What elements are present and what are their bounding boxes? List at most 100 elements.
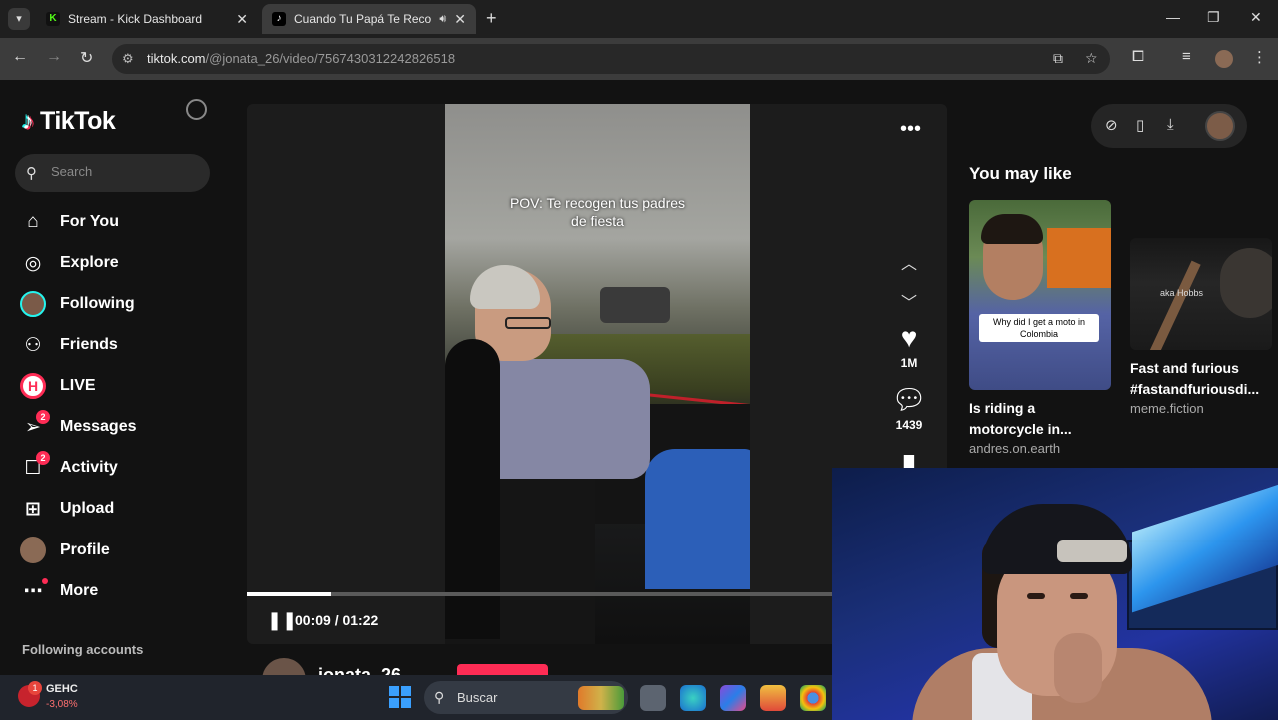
chrome-icon[interactable]	[800, 685, 826, 711]
url-text[interactable]: tiktok.com/@jonata_26/video/756743031224…	[147, 51, 455, 66]
tiktok-note-icon: ♪	[22, 107, 34, 135]
video-scene-passenger	[645, 449, 750, 589]
video-timecode: 00:09 / 01:22	[295, 612, 379, 628]
recommendation-author[interactable]: andres.on.earth	[969, 441, 1111, 456]
download-icon[interactable]: ⤓	[1167, 116, 1174, 133]
nav-for-you[interactable]: ⌂ For You	[18, 204, 218, 240]
loading-spinner-icon	[186, 99, 207, 120]
copilot-icon[interactable]	[720, 685, 746, 711]
nav-upload[interactable]: ⊞ Upload	[18, 491, 218, 527]
kick-logo-icon: K	[46, 12, 60, 26]
task-view-icon[interactable]	[640, 685, 666, 711]
previous-video-chevron-icon[interactable]: ︿	[897, 250, 921, 274]
you-may-like-heading: You may like	[969, 164, 1072, 183]
heart-icon: ♥	[900, 322, 918, 353]
store-icon[interactable]	[760, 685, 786, 711]
speaker-icon[interactable]: 🔊︎	[439, 13, 446, 26]
nav-profile[interactable]: Profile	[18, 532, 218, 568]
messages-icon: ➢ 2	[18, 410, 50, 442]
recommendation-title[interactable]: Fast and furious #fastandfuriousdi...	[1130, 358, 1272, 400]
nav-friends[interactable]: ⚇ Friends	[18, 327, 218, 363]
comment-action[interactable]: 💬︎ 1439	[890, 384, 928, 432]
coin-icon[interactable]: ⊘	[1105, 116, 1118, 134]
thumb-beam	[1149, 260, 1201, 350]
home-icon: ⌂	[27, 211, 39, 232]
like-action[interactable]: ♥ 1M	[890, 322, 928, 370]
recommendation-thumbnail[interactable]: aka Hobbs	[1130, 238, 1272, 350]
thumb-caption: aka Hobbs	[1160, 288, 1204, 298]
back-arrow-icon[interactable]: ←	[12, 48, 28, 66]
search-icon: ⚲	[434, 689, 445, 705]
tiktok-logo[interactable]: ♪ TikTok	[22, 107, 116, 136]
profile-avatar-icon	[18, 535, 48, 565]
cam-cap	[982, 504, 1132, 574]
search-input[interactable]	[51, 164, 201, 179]
activity-badge: 2	[36, 451, 50, 465]
thumb-house	[1047, 228, 1111, 288]
search-box[interactable]: ⚲	[15, 154, 210, 192]
cam-eye	[1027, 593, 1045, 599]
nav-explore[interactable]: ◎ Explore	[18, 245, 218, 281]
video-more-options-icon[interactable]: •••	[900, 118, 921, 141]
messages-badge: 2	[36, 410, 50, 424]
close-tab-icon[interactable]: ✕	[454, 11, 466, 28]
browser-toolbar: ← → ↻ ⚙︎ tiktok.com/@jonata_26/video/756…	[0, 38, 1278, 80]
sidebar: ♪ TikTok ⚲ ⌂ For You ◎ Explore Following	[0, 80, 232, 675]
minimize-icon[interactable]: —	[1166, 9, 1180, 25]
recommendation-thumbnail[interactable]: Why did I get a moto in Colombia	[969, 200, 1111, 390]
media-control-icon[interactable]: ≡	[1182, 48, 1191, 65]
screen: ▾ K Stream - Kick Dashboard ✕ ♪ Cuando T…	[0, 0, 1278, 720]
driver-hair	[470, 265, 540, 309]
windows-start-icon[interactable]	[389, 686, 411, 708]
close-tab-icon[interactable]: ✕	[236, 11, 248, 28]
following-accounts-heading: Following accounts	[22, 642, 144, 657]
recommendation-author[interactable]: meme.fiction	[1130, 401, 1272, 416]
bookmark-star-icon[interactable]: ☆	[1085, 50, 1098, 67]
video-frame[interactable]: POV: Te recogen tus padres de fiesta	[445, 104, 750, 644]
close-window-icon[interactable]: ✕	[1250, 9, 1262, 26]
nav-activity[interactable]: ☐ 2 Activity	[18, 450, 218, 486]
thumb-hair	[981, 214, 1043, 244]
pause-icon[interactable]: ❚❚	[267, 610, 297, 631]
extensions-icon[interactable]: ⧠	[1132, 48, 1144, 65]
nav-messages[interactable]: ➢ 2 Messages	[18, 409, 218, 445]
taskbar-search[interactable]: ⚲ Buscar	[424, 681, 628, 714]
nav-label: Explore	[60, 254, 119, 271]
more-dot	[42, 578, 48, 584]
more-icon: ⋯	[18, 576, 48, 606]
recommendation-card[interactable]: aka Hobbs Fast and furious #fastandfurio…	[1130, 200, 1272, 416]
user-avatar[interactable]	[1205, 111, 1235, 141]
following-avatar-icon	[18, 289, 48, 319]
taskbar-search-label: Buscar	[457, 690, 498, 705]
restore-icon[interactable]: ❐	[1207, 9, 1220, 26]
stock-badge: 1	[28, 681, 42, 695]
like-count: 1M	[900, 356, 918, 370]
forward-arrow-icon[interactable]: →	[46, 48, 62, 66]
activity-icon: ☐ 2	[18, 451, 50, 483]
recommendation-card[interactable]: Why did I get a moto in Colombia Is ridi…	[969, 200, 1111, 456]
reload-icon[interactable]: ↻	[80, 48, 93, 68]
nav-following[interactable]: Following	[18, 286, 218, 322]
recommendation-title[interactable]: Is riding a motorcycle in...	[969, 398, 1111, 440]
site-info-icon[interactable]: ⚙︎	[122, 51, 134, 67]
tab-search-chevron-icon[interactable]: ▾	[8, 8, 30, 30]
nav-label: Messages	[60, 418, 137, 435]
tab-kick-dashboard[interactable]: K Stream - Kick Dashboard ✕	[36, 4, 258, 34]
nav-live[interactable]: H LIVE	[18, 368, 218, 404]
nav-label: Friends	[60, 336, 118, 353]
nav-more[interactable]: ⋯ More	[18, 573, 218, 609]
cast-icon[interactable]: ⧉	[1053, 50, 1063, 67]
phone-icon[interactable]: ▯	[1136, 116, 1144, 134]
edge-browser-icon[interactable]	[680, 685, 706, 711]
webcam-overlay	[832, 468, 1278, 720]
browser-profile-avatar[interactable]	[1215, 50, 1233, 68]
address-bar[interactable]: ⚙︎ tiktok.com/@jonata_26/video/756743031…	[112, 44, 1110, 74]
new-tab-plus-icon[interactable]: +	[486, 8, 497, 29]
stock-name: GEHC	[46, 683, 78, 695]
menu-kebab-icon[interactable]: ⋮	[1252, 48, 1267, 66]
next-video-chevron-icon[interactable]: ﹀	[897, 289, 921, 313]
driver-glasses	[505, 317, 551, 329]
logo-text: TikTok	[40, 107, 116, 135]
video-caption: POV: Te recogen tus padres de fiesta	[509, 195, 686, 229]
tab-tiktok-video[interactable]: ♪ Cuando Tu Papá Te Recoge 🔊︎ ✕	[262, 4, 476, 34]
